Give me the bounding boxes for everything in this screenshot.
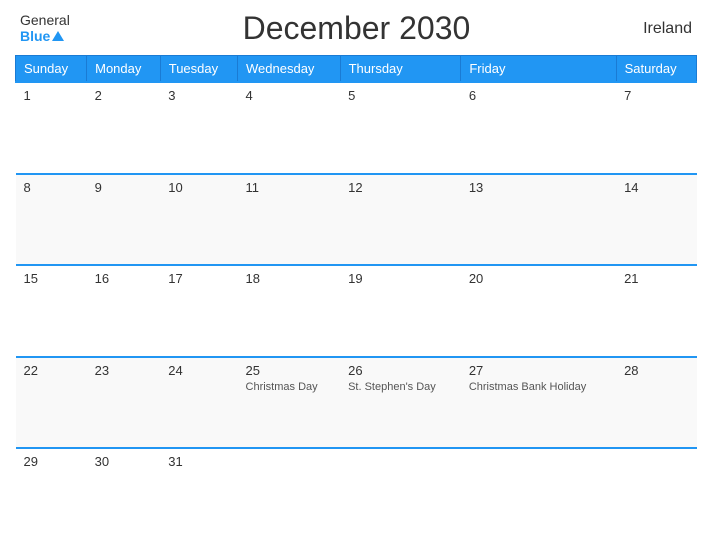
- cell-week4-day4: 26 St. Stephen's Day: [340, 357, 461, 449]
- cell-week5-day1: 30: [87, 448, 161, 540]
- day-number: 9: [95, 180, 153, 195]
- day-number: 27: [469, 363, 608, 378]
- day-number: 4: [246, 88, 333, 103]
- week-row-4: 22 23 24 25 Christmas Day 26 St. Stephen's Day…: [16, 357, 697, 449]
- day-number: 28: [624, 363, 688, 378]
- cell-week2-day1: 9: [87, 174, 161, 266]
- week-row-2: 8 9 10 11 12 13 14: [16, 174, 697, 266]
- cell-week2-day4: 12: [340, 174, 461, 266]
- event-label: Christmas Day: [246, 380, 333, 394]
- cell-week2-day3: 11: [238, 174, 341, 266]
- cell-week5-day2: 31: [160, 448, 237, 540]
- day-number: 3: [168, 88, 229, 103]
- cell-week5-day6: [616, 448, 696, 540]
- header-saturday: Saturday: [616, 56, 696, 83]
- day-number: 25: [246, 363, 333, 378]
- day-number: 6: [469, 88, 608, 103]
- country-label: Ireland: [643, 20, 692, 38]
- day-number: 1: [24, 88, 79, 103]
- week-row-1: 1234567: [16, 82, 697, 174]
- header-sunday: Sunday: [16, 56, 87, 83]
- cell-week4-day0: 22: [16, 357, 87, 449]
- day-number: 17: [168, 271, 229, 286]
- cell-week3-day1: 16: [87, 265, 161, 357]
- week-row-3: 15 16 17 18 19 20 21: [16, 265, 697, 357]
- week-row-5: 29 30 31: [16, 448, 697, 540]
- cell-week5-day0: 29: [16, 448, 87, 540]
- day-number: 29: [24, 454, 79, 469]
- day-number: 14: [624, 180, 688, 195]
- cell-week4-day1: 23: [87, 357, 161, 449]
- cell-week3-day6: 21: [616, 265, 696, 357]
- day-number: 11: [246, 180, 333, 195]
- day-number: 10: [168, 180, 229, 195]
- cell-week3-day0: 15: [16, 265, 87, 357]
- calendar-body: 1234567891011121314151617181920212223242…: [16, 82, 697, 540]
- day-number: 20: [469, 271, 608, 286]
- cell-week1-day3: 4: [238, 82, 341, 174]
- event-label: Christmas Bank Holiday: [469, 380, 608, 394]
- header-thursday: Thursday: [340, 56, 461, 83]
- day-number: 22: [24, 363, 79, 378]
- cell-week3-day5: 20: [461, 265, 616, 357]
- cell-week1-day0: 1: [16, 82, 87, 174]
- header-friday: Friday: [461, 56, 616, 83]
- logo-general-text: General: [20, 13, 70, 28]
- day-number: 8: [24, 180, 79, 195]
- header: General Blue December 2030 Ireland: [15, 10, 697, 47]
- day-number: 5: [348, 88, 453, 103]
- cell-week4-day6: 28: [616, 357, 696, 449]
- day-number: 24: [168, 363, 229, 378]
- cell-week1-day5: 6: [461, 82, 616, 174]
- cell-week4-day3: 25 Christmas Day: [238, 357, 341, 449]
- cell-week2-day2: 10: [160, 174, 237, 266]
- event-label: St. Stephen's Day: [348, 380, 453, 394]
- logo: General Blue: [20, 13, 70, 44]
- day-number: 16: [95, 271, 153, 286]
- cell-week1-day6: 7: [616, 82, 696, 174]
- cell-week5-day3: [238, 448, 341, 540]
- cell-week3-day4: 19: [340, 265, 461, 357]
- cell-week5-day5: [461, 448, 616, 540]
- day-number: 31: [168, 454, 229, 469]
- day-number: 12: [348, 180, 453, 195]
- day-number: 23: [95, 363, 153, 378]
- calendar-container: General Blue December 2030 Ireland Sunda…: [0, 0, 712, 550]
- day-number: 26: [348, 363, 453, 378]
- cell-week2-day0: 8: [16, 174, 87, 266]
- logo-row: Blue: [20, 29, 64, 44]
- cell-week3-day2: 17: [160, 265, 237, 357]
- cell-week1-day1: 2: [87, 82, 161, 174]
- day-number: 13: [469, 180, 608, 195]
- cell-week4-day2: 24: [160, 357, 237, 449]
- weekday-header-row: Sunday Monday Tuesday Wednesday Thursday…: [16, 56, 697, 83]
- cell-week5-day4: [340, 448, 461, 540]
- day-number: 18: [246, 271, 333, 286]
- cell-week4-day5: 27 Christmas Bank Holiday: [461, 357, 616, 449]
- day-number: 21: [624, 271, 688, 286]
- header-tuesday: Tuesday: [160, 56, 237, 83]
- calendar-title: December 2030: [243, 10, 471, 47]
- cell-week1-day4: 5: [340, 82, 461, 174]
- day-number: 2: [95, 88, 153, 103]
- logo-triangle-icon: [52, 31, 64, 41]
- header-monday: Monday: [87, 56, 161, 83]
- cell-week2-day5: 13: [461, 174, 616, 266]
- day-number: 15: [24, 271, 79, 286]
- cell-week3-day3: 18: [238, 265, 341, 357]
- header-wednesday: Wednesday: [238, 56, 341, 83]
- logo-blue-text: Blue: [20, 29, 50, 44]
- day-number: 30: [95, 454, 153, 469]
- cell-week1-day2: 3: [160, 82, 237, 174]
- day-number: 7: [624, 88, 688, 103]
- calendar-table: Sunday Monday Tuesday Wednesday Thursday…: [15, 55, 697, 540]
- cell-week2-day6: 14: [616, 174, 696, 266]
- day-number: 19: [348, 271, 453, 286]
